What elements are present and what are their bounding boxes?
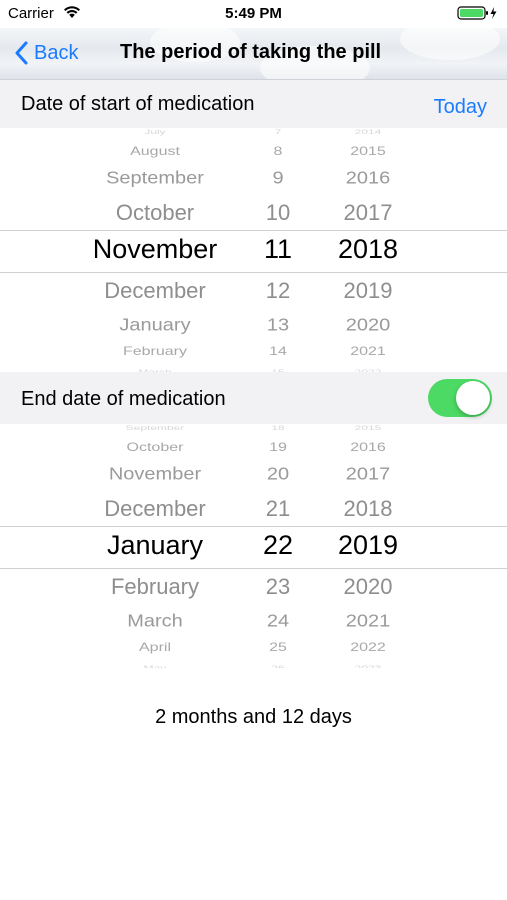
- picker-day-option[interactable]: 25: [269, 642, 287, 654]
- picker-month-option[interactable]: November: [109, 465, 201, 483]
- page-title: The period of taking the pill: [120, 41, 382, 63]
- picker-year-option[interactable]: 2020: [346, 316, 391, 334]
- picker-month-option[interactable]: December: [104, 280, 205, 302]
- back-label: Back: [34, 41, 79, 64]
- picker-month-option[interactable]: July: [144, 129, 165, 136]
- picker-month-option[interactable]: April: [139, 642, 171, 654]
- start-date-header: Date of start of medication Today: [0, 80, 507, 128]
- picker-year-option[interactable]: 2019: [344, 280, 393, 302]
- picker-day-option[interactable]: 24: [267, 612, 289, 630]
- picker-day-option[interactable]: 10: [266, 202, 290, 224]
- picker-day-option[interactable]: 20: [267, 465, 289, 483]
- picker-year-option[interactable]: 2015: [355, 425, 382, 432]
- picker-year-option[interactable]: 2021: [346, 612, 391, 630]
- picker-day-selected[interactable]: 11: [264, 236, 292, 263]
- picker-month-option[interactable]: February: [123, 346, 187, 358]
- picker-month-selected[interactable]: January: [107, 532, 203, 559]
- picker-month-option[interactable]: September: [126, 425, 185, 432]
- picker-year-option[interactable]: 2023: [355, 665, 382, 668]
- picker-day-option[interactable]: 14: [269, 346, 287, 358]
- picker-month-option[interactable]: August: [130, 146, 180, 158]
- picker-day-option[interactable]: 19: [269, 442, 287, 454]
- start-date-label: Date of start of medication: [21, 93, 255, 115]
- picker-month-option[interactable]: March: [127, 612, 183, 630]
- picker-year-option[interactable]: 2021: [350, 346, 386, 358]
- picker-day-option[interactable]: 21: [266, 498, 290, 520]
- picker-day-option[interactable]: 7: [275, 129, 282, 136]
- picker-year-option[interactable]: 2015: [350, 146, 386, 158]
- toggle-knob: [456, 381, 490, 415]
- picker-day-selected[interactable]: 22: [263, 532, 293, 559]
- picker-year-option[interactable]: 2016: [346, 169, 391, 187]
- end-date-picker[interactable]: September October November December January F…: [0, 424, 507, 668]
- battery-charging-icon: [457, 6, 497, 20]
- picker-year-selected[interactable]: 2018: [338, 236, 398, 263]
- picker-year-option[interactable]: 2014: [355, 129, 382, 136]
- back-button[interactable]: Back: [14, 38, 78, 68]
- start-date-picker[interactable]: July August September October November Decemb…: [0, 128, 507, 372]
- picker-day-option[interactable]: 12: [266, 280, 290, 302]
- picker-month-option[interactable]: January: [119, 316, 190, 334]
- back-chevron-icon: [15, 41, 28, 65]
- picker-month-option[interactable]: September: [106, 169, 204, 187]
- picker-month-option[interactable]: December: [104, 498, 205, 520]
- picker-day-option[interactable]: 13: [267, 316, 289, 334]
- picker-month-selected[interactable]: November: [93, 236, 218, 263]
- picker-month-option[interactable]: May: [144, 665, 167, 668]
- picker-month-option[interactable]: October: [116, 202, 194, 224]
- picker-year-option[interactable]: 2017: [344, 202, 393, 224]
- picker-day-option[interactable]: 8: [274, 146, 283, 158]
- picker-day-option[interactable]: 26: [271, 665, 284, 668]
- today-button[interactable]: Today: [434, 96, 487, 119]
- picker-day-option[interactable]: 9: [272, 169, 283, 187]
- duration-text: 2 months and 12 days: [155, 706, 352, 728]
- status-bar: Carrier 5:49 PM: [0, 0, 507, 28]
- end-date-header: End date of medication: [0, 372, 507, 424]
- end-date-toggle[interactable]: [428, 379, 492, 417]
- picker-month-option[interactable]: October: [127, 442, 184, 454]
- picker-year-option[interactable]: 2020: [344, 576, 393, 598]
- navigation-bar: Back The period of taking the pill: [0, 28, 507, 80]
- picker-year-selected[interactable]: 2019: [338, 532, 398, 559]
- picker-year-option[interactable]: 2018: [344, 498, 393, 520]
- picker-month-option[interactable]: February: [111, 576, 199, 598]
- picker-year-option[interactable]: 2017: [346, 465, 391, 483]
- status-time: 5:49 PM: [225, 5, 282, 22]
- picker-year-option[interactable]: 2022: [350, 642, 386, 654]
- end-date-label: End date of medication: [21, 388, 226, 410]
- picker-day-option[interactable]: 23: [266, 576, 290, 598]
- picker-year-option[interactable]: 2016: [350, 442, 386, 454]
- picker-day-option[interactable]: 18: [271, 425, 284, 432]
